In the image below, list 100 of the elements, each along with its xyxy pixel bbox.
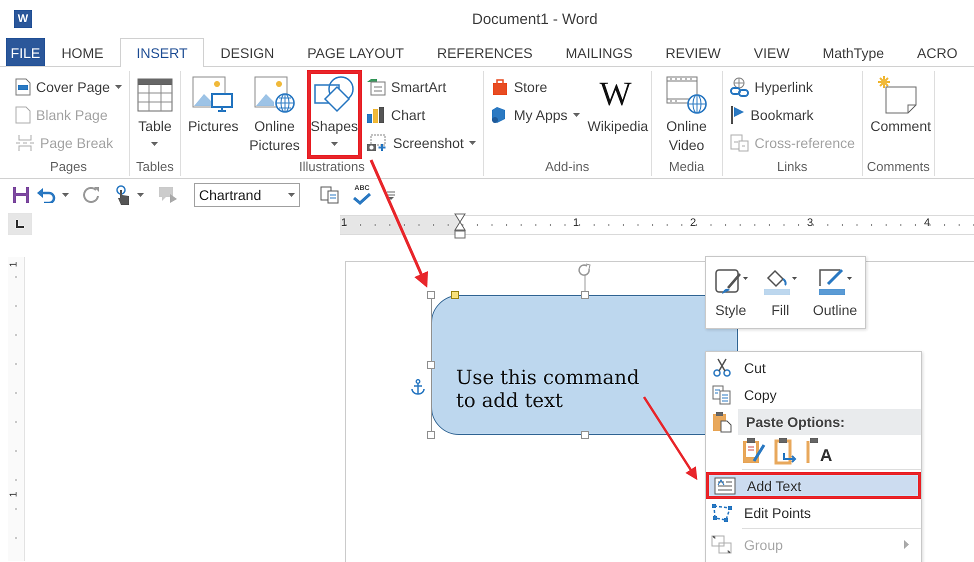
ribbon-button[interactable]: Table — [134, 71, 176, 158]
group-label: Illustrations — [299, 158, 365, 176]
menu-item[interactable]: Edit Points — [706, 499, 921, 526]
ribbon-button[interactable]: My Apps — [488, 101, 583, 129]
ribbon-tab[interactable]: MAILINGS — [549, 38, 650, 66]
group-label: Pages — [50, 158, 87, 176]
rotate-handle[interactable] — [577, 263, 593, 291]
picture-globe-icon — [254, 76, 296, 114]
corner-icon — [16, 220, 24, 228]
shape-text: Use this command to add text — [456, 366, 640, 412]
pencil-icon — [818, 268, 852, 296]
caret-icon — [62, 193, 69, 197]
paste-button[interactable]: A — [806, 437, 832, 465]
paste-button[interactable] — [742, 437, 766, 465]
copy-icon[interactable] — [320, 186, 340, 204]
edit-points-icon — [711, 502, 733, 522]
caret-icon — [468, 141, 476, 145]
group-icon — [711, 534, 733, 554]
ribbon-tab[interactable]: PAGE LAYOUT — [290, 38, 420, 66]
caret-icon — [151, 142, 158, 146]
ribbon-tab[interactable]: REVIEW — [649, 38, 738, 66]
ruler-number: 1 — [8, 262, 20, 268]
ruler-number: 3 — [807, 217, 814, 229]
indent-marker[interactable] — [454, 213, 466, 239]
text-box-icon — [714, 476, 736, 494]
bag-icon — [490, 78, 509, 96]
cover-page-icon — [15, 78, 31, 96]
ruler-number: 1 — [341, 217, 348, 229]
group-label: Tables — [136, 158, 174, 176]
scissors-icon — [712, 358, 732, 378]
submenu-arrow-icon — [904, 540, 909, 549]
ruler-number: 1 — [8, 492, 20, 498]
ribbon-button[interactable]: Bookmark — [726, 101, 858, 129]
ribbon-button[interactable]: Cover Page — [12, 73, 125, 101]
paste-button[interactable] — [774, 437, 798, 465]
clipboard-icon — [712, 410, 732, 432]
ribbon-tab[interactable]: MathType — [806, 38, 901, 66]
menu-heading: Paste Options: — [738, 408, 921, 434]
group-label: Comments — [866, 158, 930, 176]
cross-reference-icon — [730, 133, 750, 153]
ribbon-tab[interactable]: REFERENCES — [420, 38, 550, 66]
ribbon-button[interactable]: Store — [488, 73, 583, 101]
caret-icon — [288, 193, 295, 197]
ribbon-button[interactable]: Shapes — [308, 71, 361, 158]
resize-handle[interactable] — [427, 291, 435, 299]
checkmark-icon — [352, 193, 372, 205]
ribbon-tab[interactable]: HOME — [44, 38, 120, 66]
caret-icon — [137, 193, 144, 197]
table-icon — [136, 78, 173, 112]
ruler-number: 1 — [573, 217, 580, 229]
app-icon[interactable]: W — [14, 10, 32, 28]
ribbon-button[interactable]: Comment — [867, 71, 930, 158]
link-icon — [730, 77, 750, 97]
adjust-handle[interactable] — [451, 291, 459, 299]
undo-icon[interactable] — [36, 187, 56, 203]
tab-selector[interactable] — [8, 213, 32, 235]
speech-icon[interactable] — [158, 186, 178, 204]
flag-icon — [730, 105, 746, 125]
menu-item[interactable]: Add Text — [706, 472, 921, 499]
ruler-number: 2 — [690, 217, 696, 229]
file-tab[interactable]: FILE — [6, 38, 45, 66]
redo-icon[interactable] — [83, 186, 101, 204]
touch-icon[interactable] — [115, 185, 131, 205]
caret-icon — [330, 142, 338, 146]
ribbon-tab[interactable]: DESIGN — [204, 38, 291, 66]
customize-icon[interactable] — [386, 189, 396, 201]
resize-handle[interactable] — [427, 431, 435, 439]
shapes-icon — [313, 75, 356, 115]
copy-icon — [712, 384, 732, 404]
film-globe-icon — [666, 75, 708, 115]
ribbon-button[interactable]: Screenshot — [363, 129, 479, 157]
group-label: Media — [668, 158, 704, 176]
mini-toolbar-button[interactable]: Outline — [812, 268, 858, 318]
font-field[interactable]: Chartrand — [194, 183, 300, 207]
ribbon-button[interactable]: Online Video — [656, 71, 718, 158]
ribbon-button[interactable]: Online Pictures — [244, 71, 306, 158]
resize-handle[interactable] — [427, 361, 435, 369]
mini-toolbar-button[interactable]: Fill — [763, 268, 798, 318]
anchor-icon — [411, 379, 425, 395]
ribbon-button[interactable]: W Wikipedia — [584, 71, 647, 158]
picture-icon — [192, 76, 234, 114]
resize-handle[interactable] — [581, 291, 589, 299]
ruler-number: 4 — [924, 217, 930, 229]
ribbon-button[interactable]: Chart — [363, 101, 479, 129]
screenshot-icon — [366, 134, 388, 152]
page-break-icon — [15, 134, 35, 152]
group-label: Add-ins — [545, 158, 590, 176]
ribbon-tab[interactable]: INSERT — [120, 38, 204, 67]
window-title: Document1 - Word — [472, 10, 598, 28]
ribbon-tab[interactable]: ACRO — [900, 38, 974, 66]
group-label: Links — [777, 158, 808, 176]
caret-icon — [114, 85, 122, 89]
ribbon-button[interactable]: Hyperlink — [726, 73, 858, 101]
ribbon-tab[interactable]: VIEW — [737, 38, 806, 66]
bar-chart-icon — [366, 106, 386, 124]
resize-handle[interactable] — [581, 431, 589, 439]
ribbon-button[interactable]: SmartArt — [363, 73, 479, 101]
brush-icon — [714, 268, 748, 296]
ribbon-button[interactable]: Pictures — [184, 71, 242, 158]
page-icon — [15, 106, 31, 124]
